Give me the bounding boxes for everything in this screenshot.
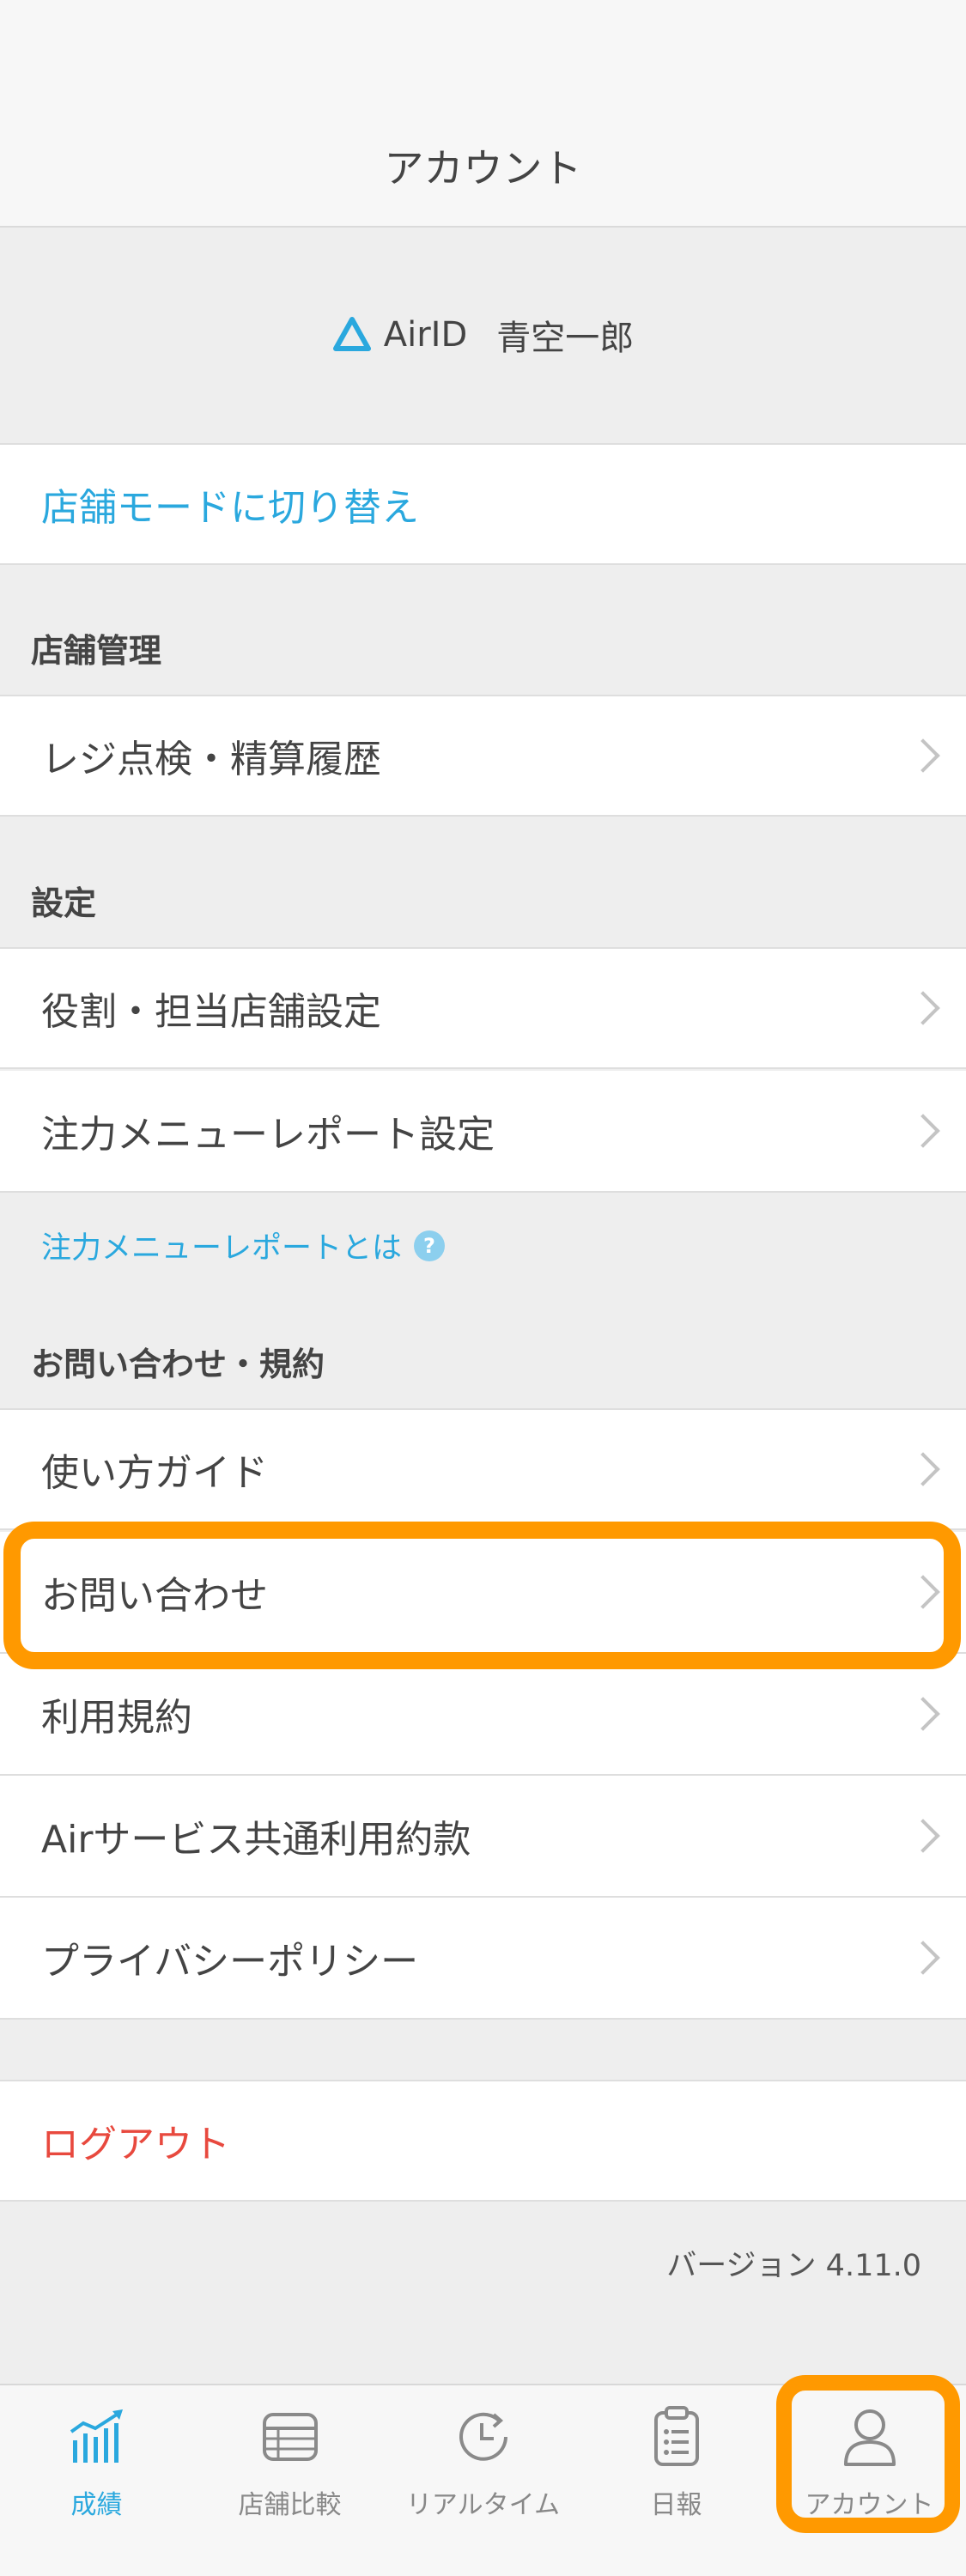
- tab-daily-report[interactable]: 日報: [580, 2403, 773, 2557]
- terms-of-use-item[interactable]: 利用規約: [0, 1654, 966, 1776]
- chevron-right-icon: [906, 1941, 940, 1975]
- tab-label: 店舗比較: [238, 2490, 342, 2520]
- list-item-label: 利用規約: [41, 1696, 192, 1740]
- focus-menu-report-help-link[interactable]: 注力メニューレポートとは ?: [41, 1224, 446, 1267]
- focus-menu-report-settings-item[interactable]: 注力メニューレポート設定: [0, 1071, 966, 1193]
- clock-refresh-icon: [459, 2412, 507, 2461]
- tab-label: アカウント: [805, 2490, 934, 2520]
- list-item-label: 注力メニューレポート設定: [41, 1113, 495, 1157]
- nav-header: アカウント: [0, 0, 966, 228]
- list-item-label: 使い方ガイド: [41, 1451, 268, 1495]
- list-item-label: Airサービス共通利用約款: [41, 1818, 471, 1862]
- chevron-right-icon: [906, 738, 940, 773]
- chevron-right-icon: [906, 1575, 940, 1609]
- user-name: 青空一郎: [496, 319, 635, 358]
- register-check-history-item[interactable]: レジ点検・精算履歴: [0, 695, 966, 817]
- store-mode-switch-button[interactable]: 店舗モードに切り替え: [0, 443, 966, 565]
- question-icon: ?: [414, 1230, 446, 1261]
- airid-account-info: AirID 青空一郎: [0, 309, 966, 361]
- section-title-settings: 設定: [31, 884, 97, 922]
- tab-store-comparison[interactable]: 店舗比較: [193, 2403, 386, 2557]
- store-mode-label: 店舗モードに切り替え: [41, 486, 419, 530]
- air-service-terms-item[interactable]: Airサービス共通利用約款: [0, 1776, 966, 1898]
- airid-brand: AirID: [383, 315, 468, 355]
- privacy-policy-item[interactable]: プライバシーポリシー: [0, 1898, 966, 2020]
- airid-logo-icon: [332, 317, 371, 351]
- tab-label: 日報: [650, 2490, 702, 2520]
- logout-label: ログアウト: [41, 2123, 230, 2166]
- list-item-label: レジ点検・精算履歴: [41, 738, 381, 781]
- section-title-support: お問い合わせ・規約: [31, 1346, 325, 1383]
- role-store-settings-item[interactable]: 役割・担当店舗設定: [0, 947, 966, 1069]
- section-title-store-management: 店舗管理: [31, 632, 162, 670]
- tab-label: リアルタイム: [405, 2490, 561, 2520]
- chart-trend-icon: [70, 2409, 123, 2463]
- chevron-right-icon: [906, 1819, 940, 1853]
- list-item-label: お問い合わせ: [41, 1574, 268, 1618]
- bottom-tab-bar: 成績 店舗比較 リアルタイム 日報 アカウント: [0, 2384, 966, 2576]
- chevron-right-icon: [906, 1452, 940, 1486]
- help-link-label: 注力メニューレポートとは: [41, 1231, 403, 1266]
- list-item-label: プライバシーポリシー: [41, 1940, 419, 1984]
- chevron-right-icon: [906, 1114, 940, 1148]
- person-icon: [843, 2409, 896, 2466]
- chevron-right-icon: [906, 991, 940, 1025]
- tab-label: 成績: [70, 2490, 123, 2520]
- usage-guide-item[interactable]: 使い方ガイド: [0, 1408, 966, 1530]
- page-title: アカウント: [384, 145, 582, 191]
- tab-account[interactable]: アカウント: [773, 2403, 966, 2557]
- list-item-label: 役割・担当店舗設定: [41, 990, 381, 1034]
- clipboard-list-icon: [653, 2406, 699, 2466]
- logout-button[interactable]: ログアウト: [0, 2080, 966, 2202]
- table-list-icon: [262, 2413, 318, 2461]
- contact-item[interactable]: お問い合わせ: [0, 1532, 966, 1654]
- tab-performance[interactable]: 成績: [0, 2403, 193, 2557]
- chevron-right-icon: [906, 1697, 940, 1731]
- app-version: バージョン 4.11.0: [666, 2249, 921, 2283]
- tab-realtime[interactable]: リアルタイム: [386, 2403, 580, 2557]
